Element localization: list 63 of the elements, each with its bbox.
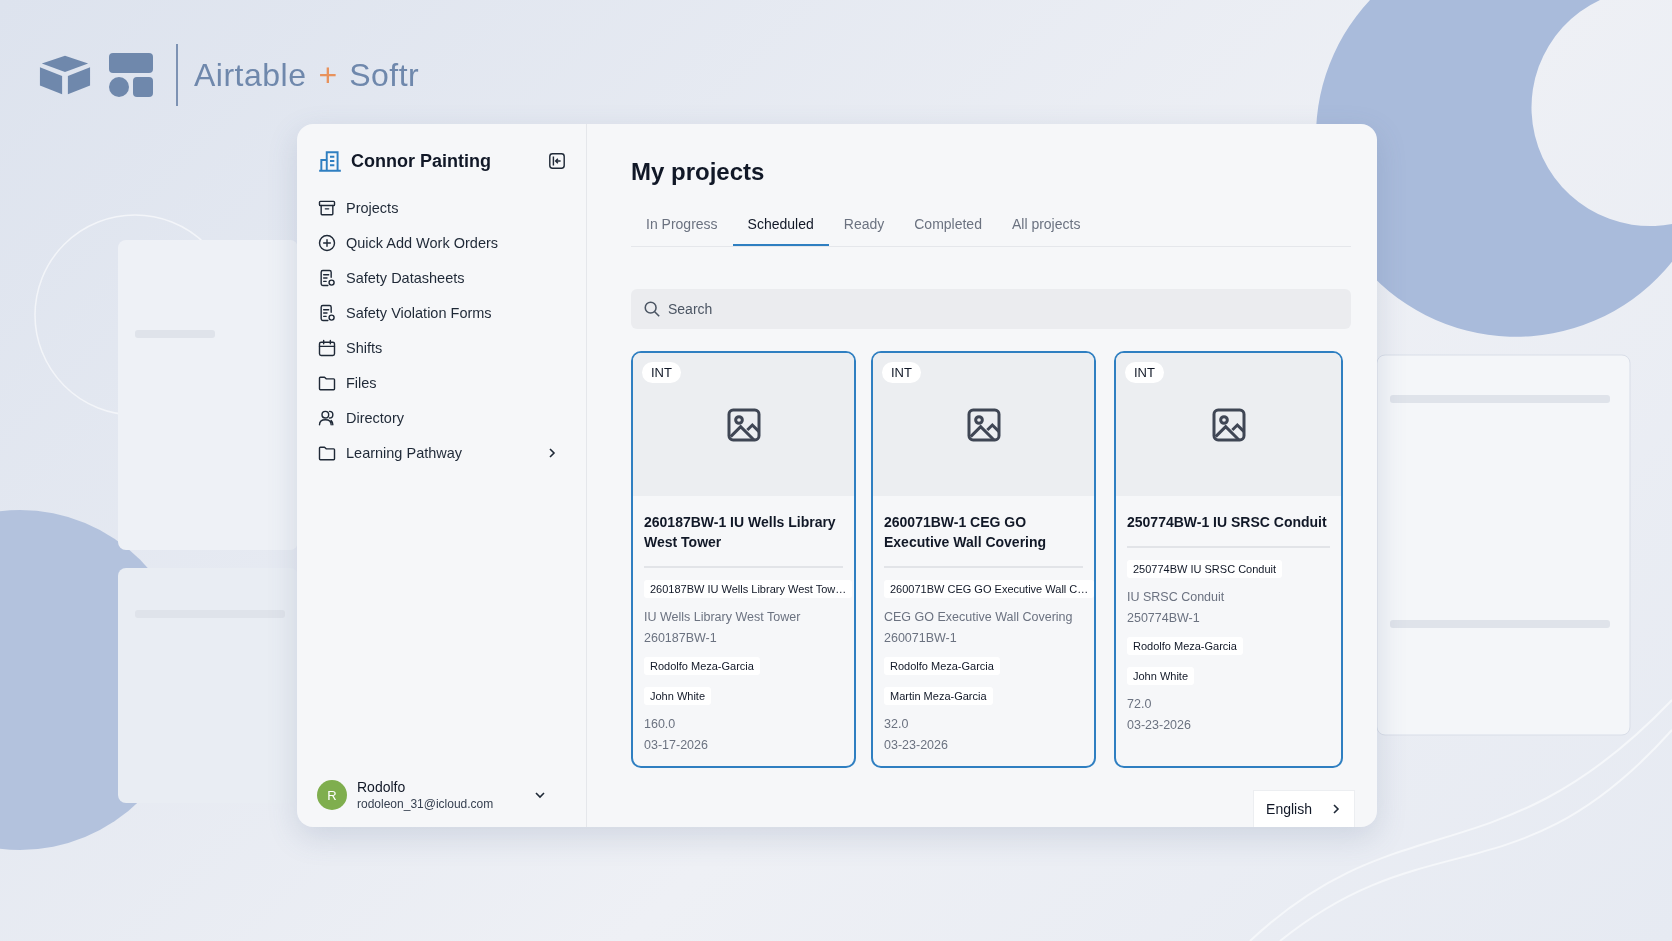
card-title: 260187BW-1 IU Wells Library West Tower xyxy=(644,513,837,552)
person-chip: Rodolfo Meza-Garcia xyxy=(884,657,1000,675)
tag: INT xyxy=(882,362,921,383)
user-avatar: R xyxy=(317,780,347,810)
person-chip: John White xyxy=(1127,667,1195,685)
sidebar-item[interactable]: Learning Pathway xyxy=(317,435,566,470)
person-chip: Rodolfo Meza-Garcia xyxy=(644,657,760,675)
tag: INT xyxy=(1125,362,1164,383)
card-title: 260071BW-1 CEG GO Executive Wall Covering xyxy=(884,513,1048,552)
card-title: 250774BW-1 IU SRSC Conduit xyxy=(1127,513,1327,532)
hours-text: 32.0 xyxy=(884,717,910,731)
brand-name: Airtable xyxy=(194,56,307,94)
location-text: CEG GO Executive Wall Covering xyxy=(884,610,1073,624)
hours-text: 160.0 xyxy=(644,717,677,731)
person-chip: John White xyxy=(644,687,712,705)
sidebar-item[interactable]: Projects xyxy=(317,190,566,225)
sidebar-item[interactable]: Safety Violation Forms xyxy=(317,295,566,330)
collapse-sidebar-icon[interactable] xyxy=(548,152,566,170)
sidebar-item[interactable]: Quick Add Work Orders xyxy=(317,225,566,260)
search-icon xyxy=(643,300,661,318)
person-chip: Rodolfo Meza-Garcia xyxy=(1127,637,1243,655)
workspace-title: Connor Painting xyxy=(351,150,492,172)
location-text: IU SRSC Conduit xyxy=(1127,590,1225,604)
plus-circle-icon xyxy=(317,232,337,253)
reference-chip: 250774BW IU SRSC Conduit xyxy=(1127,560,1283,578)
tab[interactable]: Completed xyxy=(899,208,997,246)
sidebar-item[interactable]: Shifts xyxy=(317,330,566,365)
location-text: IU Wells Library West Tower xyxy=(644,610,801,624)
project-code: 260071BW-1 xyxy=(884,631,958,645)
reference-chip: 260187BW IU Wells Library West Tow… xyxy=(644,580,853,598)
user-menu[interactable]: R Rodolfo rodoleon_31@icloud.com xyxy=(317,779,566,811)
project-card[interactable]: INT 260071BW-1 CEG GO Executive Wall Covering 260071BW CEG GO Executive Wall C… CEG GO Executive Wall Covering 260071BW-1 Rodolfo Meza-Garcia Martin Meza-Garcia 32.0 03-23-2026 xyxy=(871,351,1096,768)
chevron-down-icon xyxy=(534,789,546,801)
plus-sign: + xyxy=(318,56,338,94)
sidebar-item[interactable]: Directory xyxy=(317,400,566,435)
date-text: 03-23-2026 xyxy=(884,738,948,752)
reference-chip: 260071BW CEG GO Executive Wall C… xyxy=(884,580,1094,598)
date-text: 03-17-2026 xyxy=(644,738,708,752)
sidebar-item[interactable]: Safety Datasheets xyxy=(317,260,566,295)
tab[interactable]: All projects xyxy=(996,208,1096,246)
user-email: rodoleon_31@icloud.com xyxy=(357,797,495,811)
chevron-right-icon xyxy=(1330,803,1342,815)
person-chip: Martin Meza-Garcia xyxy=(884,687,993,705)
document-icon xyxy=(317,267,337,288)
hours-text: 72.0 xyxy=(1127,697,1153,711)
calendar-icon xyxy=(317,337,337,358)
search-field[interactable]: Search xyxy=(631,289,1351,329)
project-code: 260187BW-1 xyxy=(644,631,718,645)
tab[interactable]: In Progress xyxy=(631,208,733,246)
tab[interactable]: Scheduled xyxy=(732,208,829,246)
document-icon xyxy=(317,302,337,323)
sidebar-item[interactable]: Files xyxy=(317,365,566,400)
page-title: My projects xyxy=(631,158,766,186)
date-text: 03-23-2026 xyxy=(1127,718,1191,732)
language-button[interactable]: English xyxy=(1253,790,1355,827)
tab[interactable]: Ready xyxy=(828,208,900,246)
building-icon xyxy=(317,148,343,174)
project-card[interactable]: INT 260187BW-1 IU Wells Library West Tower 260187BW IU Wells Library West Tow… IU Wells Library West Tower 260187BW-1 Rodolfo Meza-Garcia John White 160.0 03-17-2026 xyxy=(631,351,856,768)
project-card[interactable]: INT 250774BW-1 IU SRSC Conduit 250774BW IU SRSC Conduit IU SRSC Conduit 250774BW-1 Rodolfo Meza-Garcia John White 72.0 03-23-2026 xyxy=(1114,351,1343,768)
tag: INT xyxy=(642,362,681,383)
brand-name: Softr xyxy=(349,56,420,94)
project-code: 250774BW-1 xyxy=(1127,611,1201,625)
user-name: Rodolfo xyxy=(357,779,407,795)
